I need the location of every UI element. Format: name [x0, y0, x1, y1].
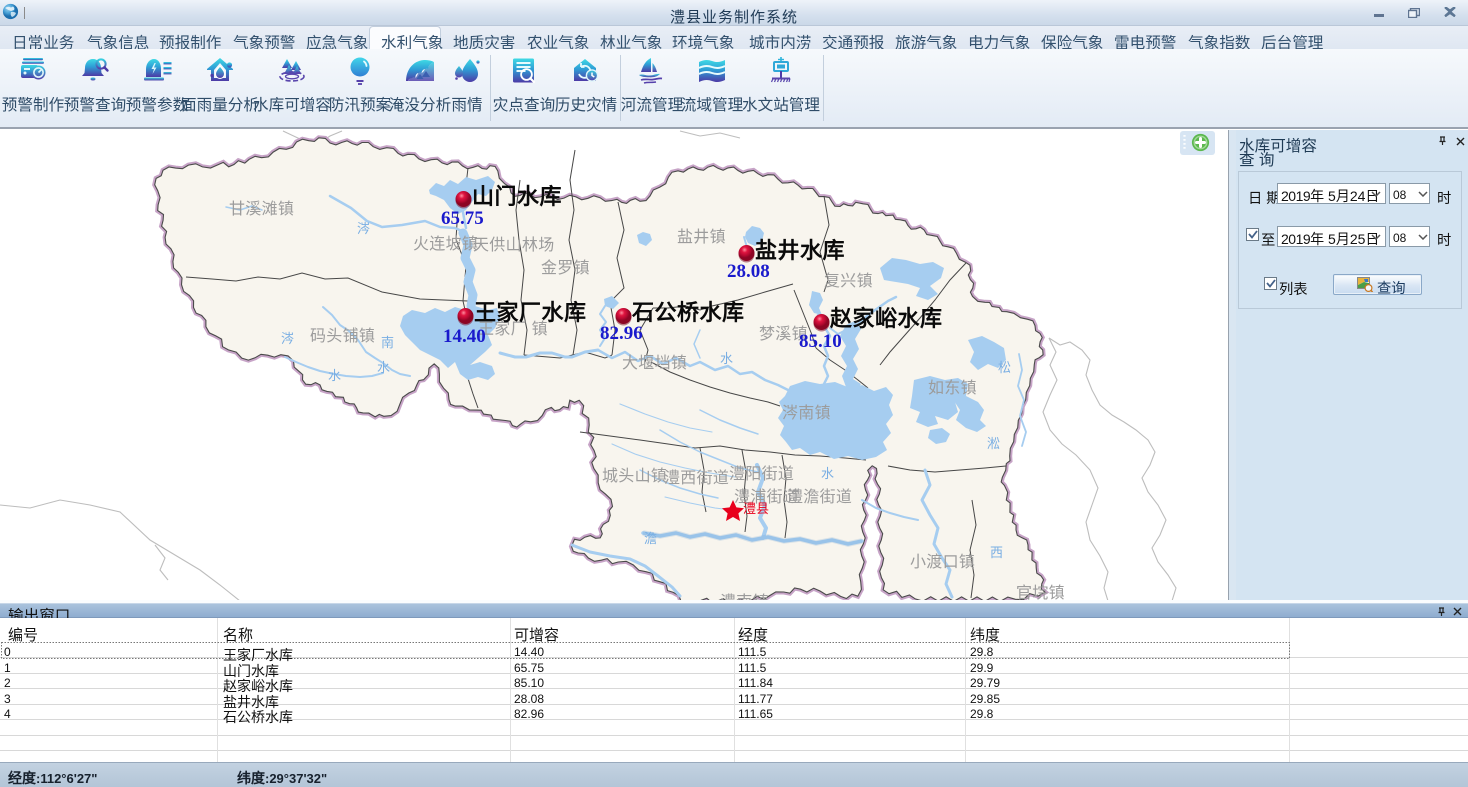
svg-text:复兴镇: 复兴镇 — [824, 272, 873, 290]
svg-text:涔: 涔 — [281, 331, 294, 346]
svg-text:松: 松 — [998, 360, 1011, 375]
svg-text:盐井水库: 盐井水库 — [755, 238, 845, 263]
svg-text:水: 水 — [720, 351, 733, 366]
svg-text:澧阳街道: 澧阳街道 — [729, 465, 794, 483]
svg-text:澹: 澹 — [644, 531, 657, 546]
svg-text:65.75: 65.75 — [441, 208, 484, 229]
svg-text:澧南镇: 澧南镇 — [720, 593, 769, 600]
svg-text:山门水库: 山门水库 — [472, 184, 562, 209]
svg-text:金罗镇: 金罗镇 — [541, 259, 590, 277]
svg-text:涔南镇: 涔南镇 — [782, 404, 831, 422]
svg-text:南: 南 — [381, 335, 394, 350]
svg-text:涔: 涔 — [357, 221, 370, 236]
svg-text:85.10: 85.10 — [799, 331, 842, 352]
svg-text:大堰垱镇: 大堰垱镇 — [622, 354, 687, 372]
svg-text:城头山镇: 城头山镇 — [602, 467, 667, 485]
svg-text:盐井镇: 盐井镇 — [677, 228, 726, 246]
svg-text:澧西街道: 澧西街道 — [664, 469, 729, 487]
svg-text:淞: 淞 — [987, 436, 1000, 451]
svg-text:石公桥水库: 石公桥水库 — [631, 300, 745, 325]
svg-text:码头铺镇: 码头铺镇 — [310, 327, 375, 345]
svg-text:赵家峪水库: 赵家峪水库 — [829, 306, 943, 331]
svg-text:水: 水 — [328, 368, 341, 383]
svg-text:28.08: 28.08 — [727, 261, 770, 282]
svg-text:小渡口镇: 小渡口镇 — [910, 553, 975, 571]
svg-text:水: 水 — [821, 466, 834, 481]
svg-text:王家厂水库: 王家厂水库 — [474, 300, 587, 325]
svg-text:火连坡镇: 火连坡镇 — [413, 235, 478, 253]
svg-text:82.96: 82.96 — [600, 323, 643, 344]
svg-text:水: 水 — [377, 360, 390, 375]
svg-text:14.40: 14.40 — [443, 326, 486, 347]
svg-text:官垸镇: 官垸镇 — [1016, 584, 1065, 600]
svg-text:甘溪滩镇: 甘溪滩镇 — [229, 200, 294, 218]
svg-text:天供山林场: 天供山林场 — [473, 236, 555, 254]
svg-text:西: 西 — [990, 545, 1003, 560]
svg-text:澧县: 澧县 — [743, 501, 769, 516]
svg-text:如东镇: 如东镇 — [928, 379, 977, 397]
svg-text:澧澹街道: 澧澹街道 — [787, 488, 852, 506]
